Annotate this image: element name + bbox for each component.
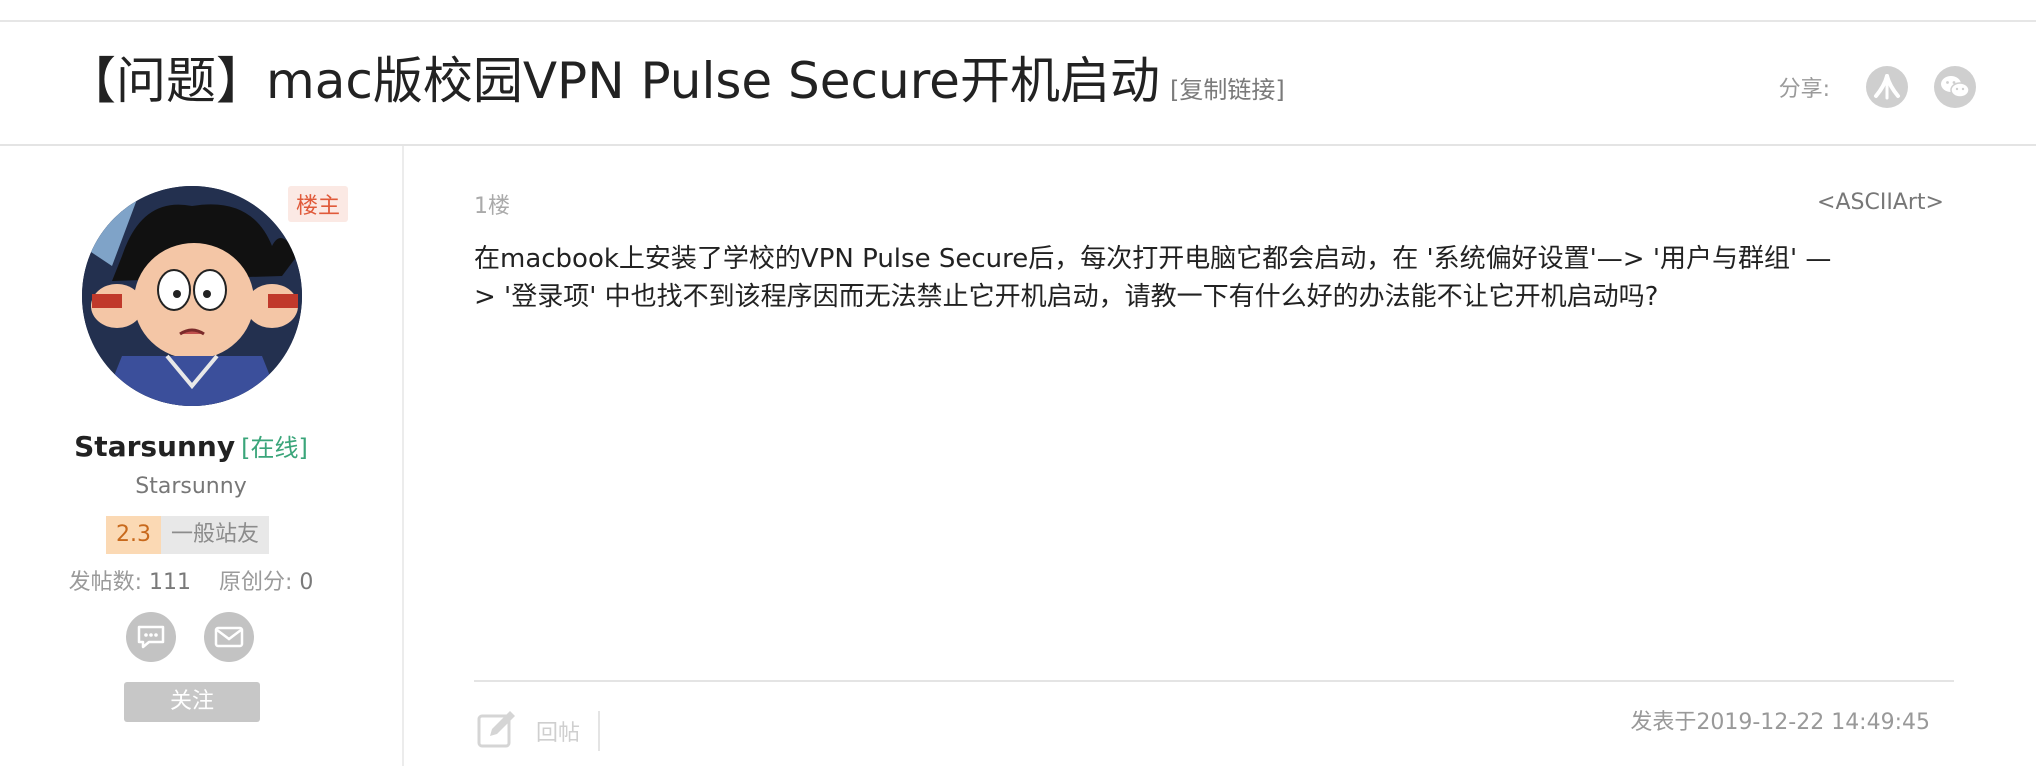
- message-icon[interactable]: [126, 612, 176, 662]
- username-line: Starsunny [在线]: [0, 428, 382, 463]
- share-bar: 分享:: [1779, 66, 1976, 108]
- username-link[interactable]: Starsunny: [74, 430, 235, 463]
- post-timestamp: 发表于2019-12-22 14:49:45: [1630, 710, 1930, 735]
- share-label: 分享:: [1778, 77, 1830, 102]
- wechat-icon[interactable]: [1934, 66, 1976, 108]
- nickname: Starsunny: [135, 474, 247, 499]
- page-title: 【问题】mac版校园VPN Pulse Secure开机启动 [复制链接]: [66, 50, 1285, 121]
- post-content: 在macbook上安装了学校的VPN Pulse Secure后，每次打开电脑它…: [474, 244, 1832, 312]
- floor-number: 1楼: [474, 194, 510, 219]
- owner-badge: 楼主: [288, 186, 349, 222]
- original-label: 原创分:: [218, 570, 293, 595]
- title-bar: 【问题】mac版校园VPN Pulse Secure开机启动 [复制链接] 分享:: [0, 22, 2036, 146]
- online-status: [在线]: [241, 434, 308, 462]
- copy-link[interactable]: [复制链接]: [1170, 76, 1285, 104]
- ascii-art-link[interactable]: <ASCIIArt>: [1817, 190, 1944, 215]
- avatar[interactable]: [82, 186, 302, 406]
- reply-label: 回帖: [536, 721, 581, 746]
- level-name: 一般站友: [161, 516, 270, 554]
- follow-button[interactable]: 关注: [124, 682, 260, 722]
- level-number: 2.3: [106, 516, 161, 554]
- reply-button[interactable]: 回帖: [476, 708, 601, 754]
- post-footer-divider: [474, 680, 1954, 682]
- posts-label: 发帖数:: [68, 570, 142, 595]
- user-level: 2.3 一般站友: [106, 516, 270, 554]
- reply-separator: [598, 711, 601, 751]
- author-actions: [126, 612, 254, 662]
- posts-value: 111: [149, 570, 191, 595]
- mail-icon[interactable]: [204, 612, 254, 662]
- edit-icon: [476, 708, 518, 754]
- renren-icon[interactable]: [1866, 66, 1908, 108]
- thread-title: 【问题】mac版校园VPN Pulse Secure开机启动: [66, 52, 1160, 110]
- original-value: 0: [299, 570, 314, 595]
- user-stats: 发帖数: 111 原创分: 0: [0, 564, 382, 596]
- author-sidebar: 楼主 Starsunny [在线] Starsunny 2.3 一般站友 发帖数:…: [0, 146, 404, 766]
